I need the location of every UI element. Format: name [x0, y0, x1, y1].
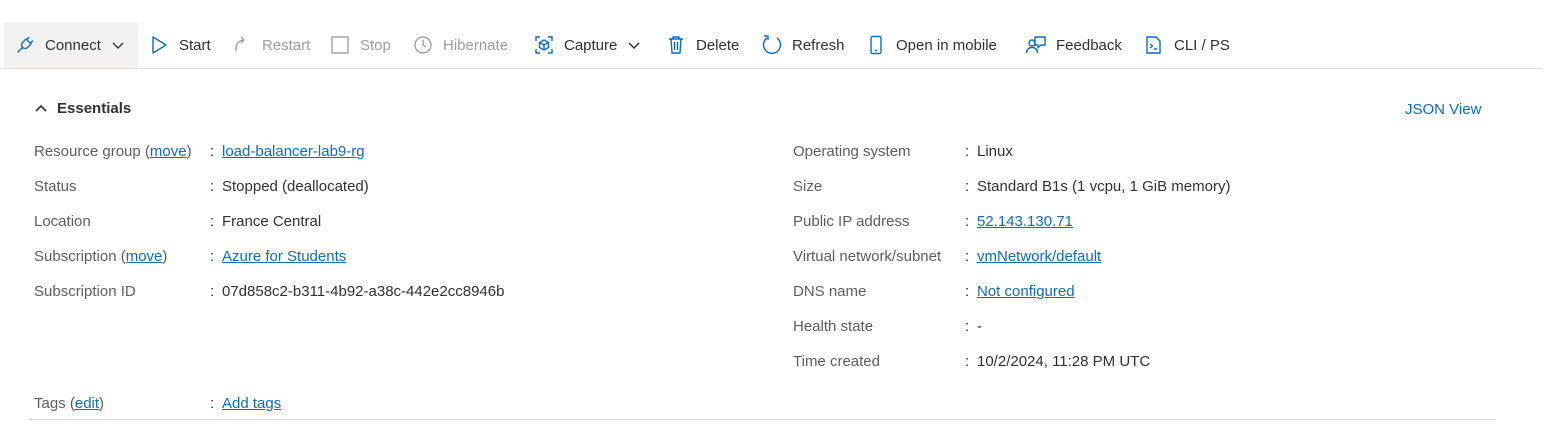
- start-button[interactable]: Start: [148, 22, 211, 68]
- separator: :: [965, 248, 970, 265]
- separator: :: [965, 178, 970, 195]
- essentials-title: Essentials: [57, 100, 132, 117]
- separator: :: [965, 143, 970, 160]
- open-in-mobile-label: Open in mobile: [896, 36, 997, 54]
- chevron-up-icon: [34, 101, 50, 117]
- health-state-value: -: [977, 318, 982, 335]
- refresh-button[interactable]: Refresh: [761, 22, 845, 68]
- status-value: Stopped (deallocated): [222, 178, 369, 195]
- public-ip-label: Public IP address: [793, 213, 910, 230]
- time-created-label: Time created: [793, 353, 880, 370]
- vnet-label: Virtual network/subnet: [793, 248, 942, 265]
- separator: :: [965, 283, 970, 300]
- connect-label: Connect: [45, 36, 101, 54]
- subscription-move-link[interactable]: move: [126, 248, 163, 265]
- cli-ps-button[interactable]: CLI / PS: [1143, 22, 1230, 68]
- refresh-label: Refresh: [792, 36, 845, 54]
- health-state-label: Health state: [793, 318, 874, 335]
- separator: :: [965, 318, 970, 335]
- clock-icon: [412, 34, 434, 56]
- open-in-mobile-button[interactable]: Open in mobile: [865, 22, 997, 68]
- location-label: Location: [34, 213, 91, 230]
- time-created-value: 10/2/2024, 11:28 PM UTC: [977, 353, 1151, 370]
- location-value: France Central: [222, 213, 322, 230]
- tags-edit-link[interactable]: edit: [75, 395, 99, 412]
- separator: :: [210, 283, 215, 300]
- hibernate-button[interactable]: Hibernate: [412, 22, 508, 68]
- command-bar: Connect Start Restart Stop Hibernate Cap…: [0, 22, 1542, 69]
- separator: :: [965, 353, 970, 370]
- subscription-label: Subscription: [34, 248, 117, 265]
- resource-group-row: Resource group (move): [34, 143, 192, 160]
- hibernate-label: Hibernate: [443, 36, 509, 54]
- resource-group-move-link[interactable]: move: [150, 143, 187, 160]
- subscription-id-label: Subscription ID: [34, 283, 136, 300]
- vnet-link[interactable]: vmNetwork/default: [977, 246, 1101, 268]
- cli-icon: [1143, 34, 1165, 56]
- play-icon: [148, 34, 170, 56]
- restart-icon: [231, 34, 253, 56]
- chevron-down-icon: [110, 37, 126, 53]
- public-ip-link[interactable]: 52.143.130.71: [977, 211, 1073, 233]
- trash-icon: [665, 34, 687, 56]
- refresh-icon: [761, 34, 783, 56]
- dns-link[interactable]: Not configured: [977, 281, 1075, 303]
- separator: :: [210, 143, 215, 160]
- restart-button[interactable]: Restart: [231, 22, 310, 68]
- start-label: Start: [179, 36, 211, 54]
- tags-row: Tags (edit): [34, 395, 105, 412]
- divider: [28, 419, 1496, 420]
- subscription-id-value: 07d858c2-b311-4b92-a38c-442e2cc8946b: [222, 283, 505, 300]
- os-label: Operating system: [793, 143, 911, 160]
- delete-label: Delete: [696, 36, 740, 54]
- separator: :: [965, 213, 970, 230]
- stop-icon: [329, 34, 351, 56]
- separator: :: [210, 178, 215, 195]
- separator: :: [210, 248, 215, 265]
- plug-icon: [14, 34, 36, 56]
- feedback-button[interactable]: Feedback: [1025, 22, 1122, 68]
- subscription-row: Subscription (move): [34, 248, 168, 265]
- add-tags-link[interactable]: Add tags: [222, 393, 281, 415]
- resource-group-value-link[interactable]: load-balancer-lab9-rg: [222, 141, 365, 163]
- capture-icon: [533, 34, 555, 56]
- size-label: Size: [793, 178, 823, 195]
- cli-ps-label: CLI / PS: [1174, 36, 1230, 54]
- essentials-toggle[interactable]: Essentials: [34, 100, 131, 117]
- stop-label: Stop: [360, 36, 391, 54]
- stop-button[interactable]: Stop: [329, 22, 391, 68]
- delete-button[interactable]: Delete: [665, 22, 739, 68]
- feedback-label: Feedback: [1056, 36, 1122, 54]
- tags-label: Tags: [34, 395, 66, 412]
- capture-label: Capture: [564, 36, 618, 54]
- os-value: Linux: [977, 143, 1013, 160]
- separator: :: [210, 213, 215, 230]
- status-label: Status: [34, 178, 77, 195]
- json-view-link[interactable]: JSON View: [1405, 101, 1481, 118]
- feedback-icon: [1025, 34, 1047, 56]
- dns-label: DNS name: [793, 283, 867, 300]
- restart-label: Restart: [262, 36, 311, 54]
- mobile-icon: [865, 34, 887, 56]
- connect-button[interactable]: Connect: [4, 22, 138, 68]
- subscription-value-link[interactable]: Azure for Students: [222, 246, 346, 268]
- chevron-down-icon: [626, 37, 642, 53]
- capture-button[interactable]: Capture: [533, 22, 642, 68]
- resource-group-label: Resource group: [34, 143, 141, 160]
- size-value: Standard B1s (1 vcpu, 1 GiB memory): [977, 178, 1231, 195]
- separator: :: [210, 395, 215, 412]
